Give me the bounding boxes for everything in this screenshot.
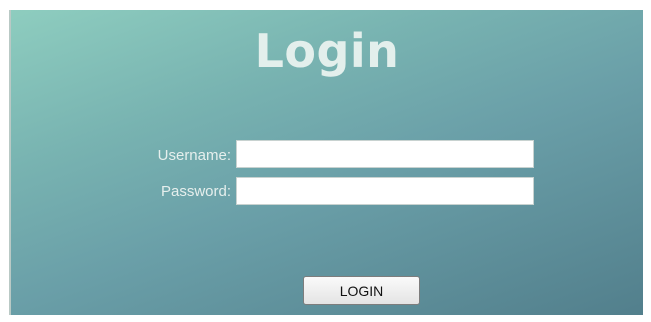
login-button[interactable]: LOGIN: [303, 276, 420, 305]
username-label: Username:: [157, 147, 231, 164]
password-field[interactable]: [236, 177, 534, 205]
username-field[interactable]: [236, 140, 534, 168]
page-title: Login: [254, 24, 400, 78]
password-label: Password:: [160, 183, 231, 200]
login-panel: Login Username: Password: LOGIN: [9, 10, 643, 315]
